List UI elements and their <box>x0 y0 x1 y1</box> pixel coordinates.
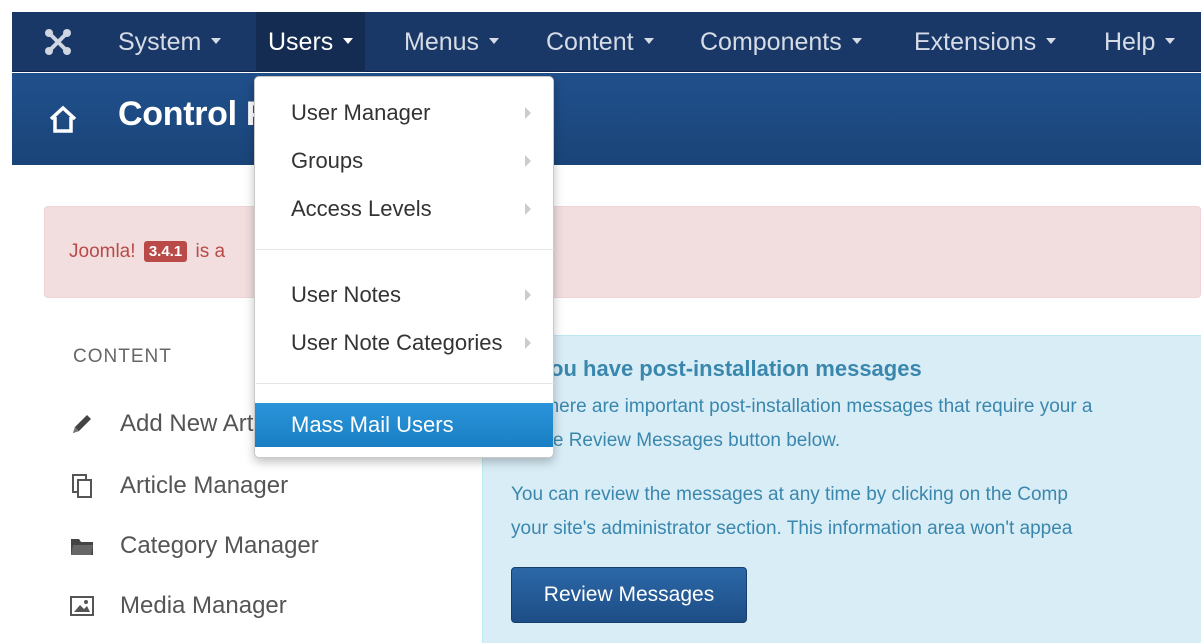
review-messages-button[interactable]: Review Messages <box>511 567 747 623</box>
caret-down-icon <box>211 38 222 45</box>
chevron-right-icon <box>525 203 531 215</box>
menu-divider <box>256 383 554 384</box>
info-text: your site's administrator section. This … <box>511 518 1073 539</box>
info-text: the Review Messages button below. <box>537 430 841 451</box>
alert-text: Joomla! 3.4.1 is a <box>69 241 225 263</box>
caret-down-icon <box>643 38 654 45</box>
menu-item-label: Groups <box>291 148 364 173</box>
nav-label: Extensions <box>914 28 1037 56</box>
chevron-right-icon <box>525 289 531 301</box>
menu-item-label: Mass Mail Users <box>291 412 454 437</box>
alert-suffix: is a <box>195 241 226 262</box>
copy-icon <box>72 474 92 498</box>
menu-item-label: Access Levels <box>291 196 432 221</box>
menu-divider <box>256 249 554 250</box>
sidebar-item-label: Article Manager <box>120 472 289 499</box>
nav-menu-help[interactable]: Help <box>1092 12 1187 72</box>
version-badge: 3.4.1 <box>143 241 188 262</box>
users-dropdown-menu: User Manager Groups Access Levels User N… <box>254 76 554 458</box>
sidebar-item-label: Media Manager <box>120 592 287 619</box>
caret-down-icon <box>1165 38 1176 45</box>
info-heading: You have post-installation messages <box>537 356 922 381</box>
sidebar-item-label: Category Manager <box>120 532 319 559</box>
sidebar-heading: CONTENT <box>73 346 172 367</box>
menu-item-user-manager[interactable]: User Manager <box>255 91 553 135</box>
info-text: You can review the messages at any time … <box>511 484 1068 505</box>
folder-icon <box>71 539 93 555</box>
update-alert: Joomla! 3.4.1 is a <box>44 206 1201 298</box>
home-icon <box>49 105 77 133</box>
chevron-right-icon <box>525 337 531 349</box>
nav-menu-extensions[interactable]: Extensions <box>902 12 1068 72</box>
menu-item-label: User Manager <box>291 100 431 125</box>
chevron-right-icon <box>525 155 531 167</box>
menu-item-user-notes[interactable]: User Notes <box>255 273 553 317</box>
nav-menu-content[interactable]: Content <box>534 12 666 72</box>
info-text: There are important post-installation me… <box>537 396 1093 417</box>
nav-label: Users <box>268 28 334 56</box>
menu-item-user-note-categories[interactable]: User Note Categories <box>255 321 553 365</box>
nav-label: Components <box>700 28 842 56</box>
nav-menu-menus[interactable]: Menus <box>392 12 511 72</box>
menu-item-access-levels[interactable]: Access Levels <box>255 187 553 231</box>
nav-menu-system[interactable]: System <box>106 12 233 72</box>
chevron-right-icon <box>525 107 531 119</box>
joomla-logo-icon[interactable] <box>44 28 72 56</box>
top-navbar: System Users Menus Content Components Ex… <box>12 12 1201 72</box>
image-icon <box>70 596 94 616</box>
page-header: Control Panel <box>12 73 1201 165</box>
caret-down-icon <box>851 38 862 45</box>
nav-menu-users[interactable]: Users <box>256 12 366 72</box>
caret-down-icon <box>343 38 354 45</box>
nav-menu-components[interactable]: Components <box>688 12 874 72</box>
menu-item-mass-mail-users[interactable]: Mass Mail Users <box>255 403 553 447</box>
nav-label: System <box>118 28 202 56</box>
menu-item-label: User Notes <box>291 282 402 307</box>
pencil-icon <box>73 415 91 433</box>
nav-label: Content <box>546 28 634 56</box>
caret-down-icon <box>489 38 500 45</box>
nav-label: Menus <box>404 28 480 56</box>
alert-prefix: Joomla! <box>69 241 136 262</box>
post-install-messages-panel: You have post-installation messages Ther… <box>482 335 1201 643</box>
menu-item-label: User Note Categories <box>291 330 503 355</box>
menu-item-groups[interactable]: Groups <box>255 139 553 183</box>
caret-down-icon <box>1046 38 1057 45</box>
nav-label: Help <box>1104 28 1156 56</box>
